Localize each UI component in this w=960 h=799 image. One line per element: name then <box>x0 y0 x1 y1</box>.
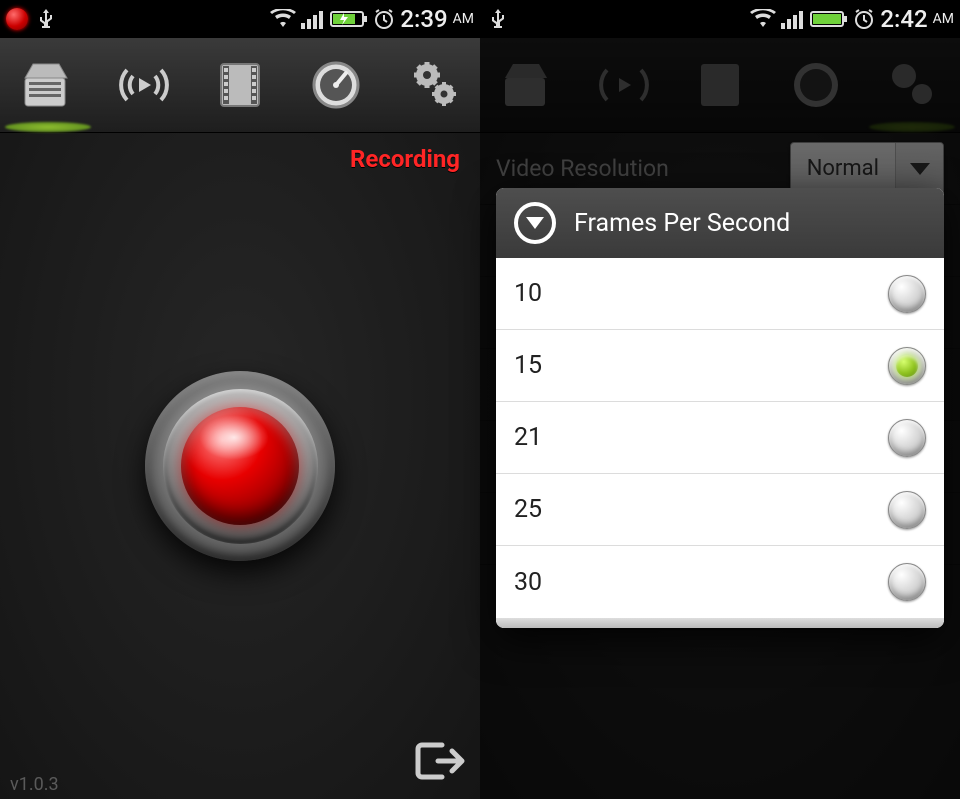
battery-charging-icon <box>330 9 368 29</box>
version-label: v1.0.3 <box>10 774 59 795</box>
status-ampm: AM <box>453 11 474 27</box>
fps-option-15[interactable]: 15 <box>496 330 944 402</box>
wifi-icon <box>750 9 776 29</box>
signal-icon <box>780 9 806 29</box>
fps-dialog: Frames Per Second 10 15 21 25 <box>496 188 944 628</box>
modal-overlay[interactable]: Frames Per Second 10 15 21 25 <box>480 38 960 799</box>
dialog-header: Frames Per Second <box>496 188 944 258</box>
status-ampm: AM <box>933 11 954 27</box>
toolbar <box>0 38 480 133</box>
screen-recording: 2:39 AM Recording v1.0.3 <box>0 0 480 799</box>
usb-icon <box>34 7 58 31</box>
dialog-footer-grip <box>496 618 944 628</box>
signal-icon <box>300 9 326 29</box>
tab-gallery[interactable] <box>192 38 288 132</box>
usb-icon <box>486 7 510 31</box>
radio-icon <box>888 275 926 313</box>
tab-performance[interactable] <box>288 38 384 132</box>
fps-option-30[interactable]: 30 <box>496 546 944 618</box>
recording-status-label: Recording <box>350 145 460 173</box>
status-bar: 2:42 AM <box>480 0 960 38</box>
exit-button[interactable] <box>412 739 466 783</box>
tab-settings[interactable] <box>384 38 480 132</box>
fps-option-21[interactable]: 21 <box>496 402 944 474</box>
tab-record[interactable] <box>0 38 96 132</box>
fps-options: 10 15 21 25 30 <box>496 258 944 618</box>
radio-icon <box>888 491 926 529</box>
record-button[interactable] <box>145 371 335 561</box>
record-panel: Recording v1.0.3 <box>0 133 480 799</box>
status-time: 2:42 <box>880 5 927 33</box>
fps-option-25[interactable]: 25 <box>496 474 944 546</box>
radio-icon <box>888 419 926 457</box>
dialog-title: Frames Per Second <box>574 209 790 238</box>
fps-option-10[interactable]: 10 <box>496 258 944 330</box>
alarm-icon <box>372 7 396 31</box>
radio-icon <box>888 563 926 601</box>
radio-icon <box>888 347 926 385</box>
wifi-icon <box>270 9 296 29</box>
recording-indicator-icon <box>6 8 28 30</box>
status-time: 2:39 <box>400 5 447 33</box>
status-bar: 2:39 AM <box>0 0 480 38</box>
screen-settings: 2:42 AM Video Resolution Normal <box>480 0 960 799</box>
record-button-icon <box>181 407 299 525</box>
tab-live[interactable] <box>96 38 192 132</box>
alarm-icon <box>852 7 876 31</box>
dropdown-indicator-icon <box>514 202 556 244</box>
battery-icon <box>810 9 848 29</box>
